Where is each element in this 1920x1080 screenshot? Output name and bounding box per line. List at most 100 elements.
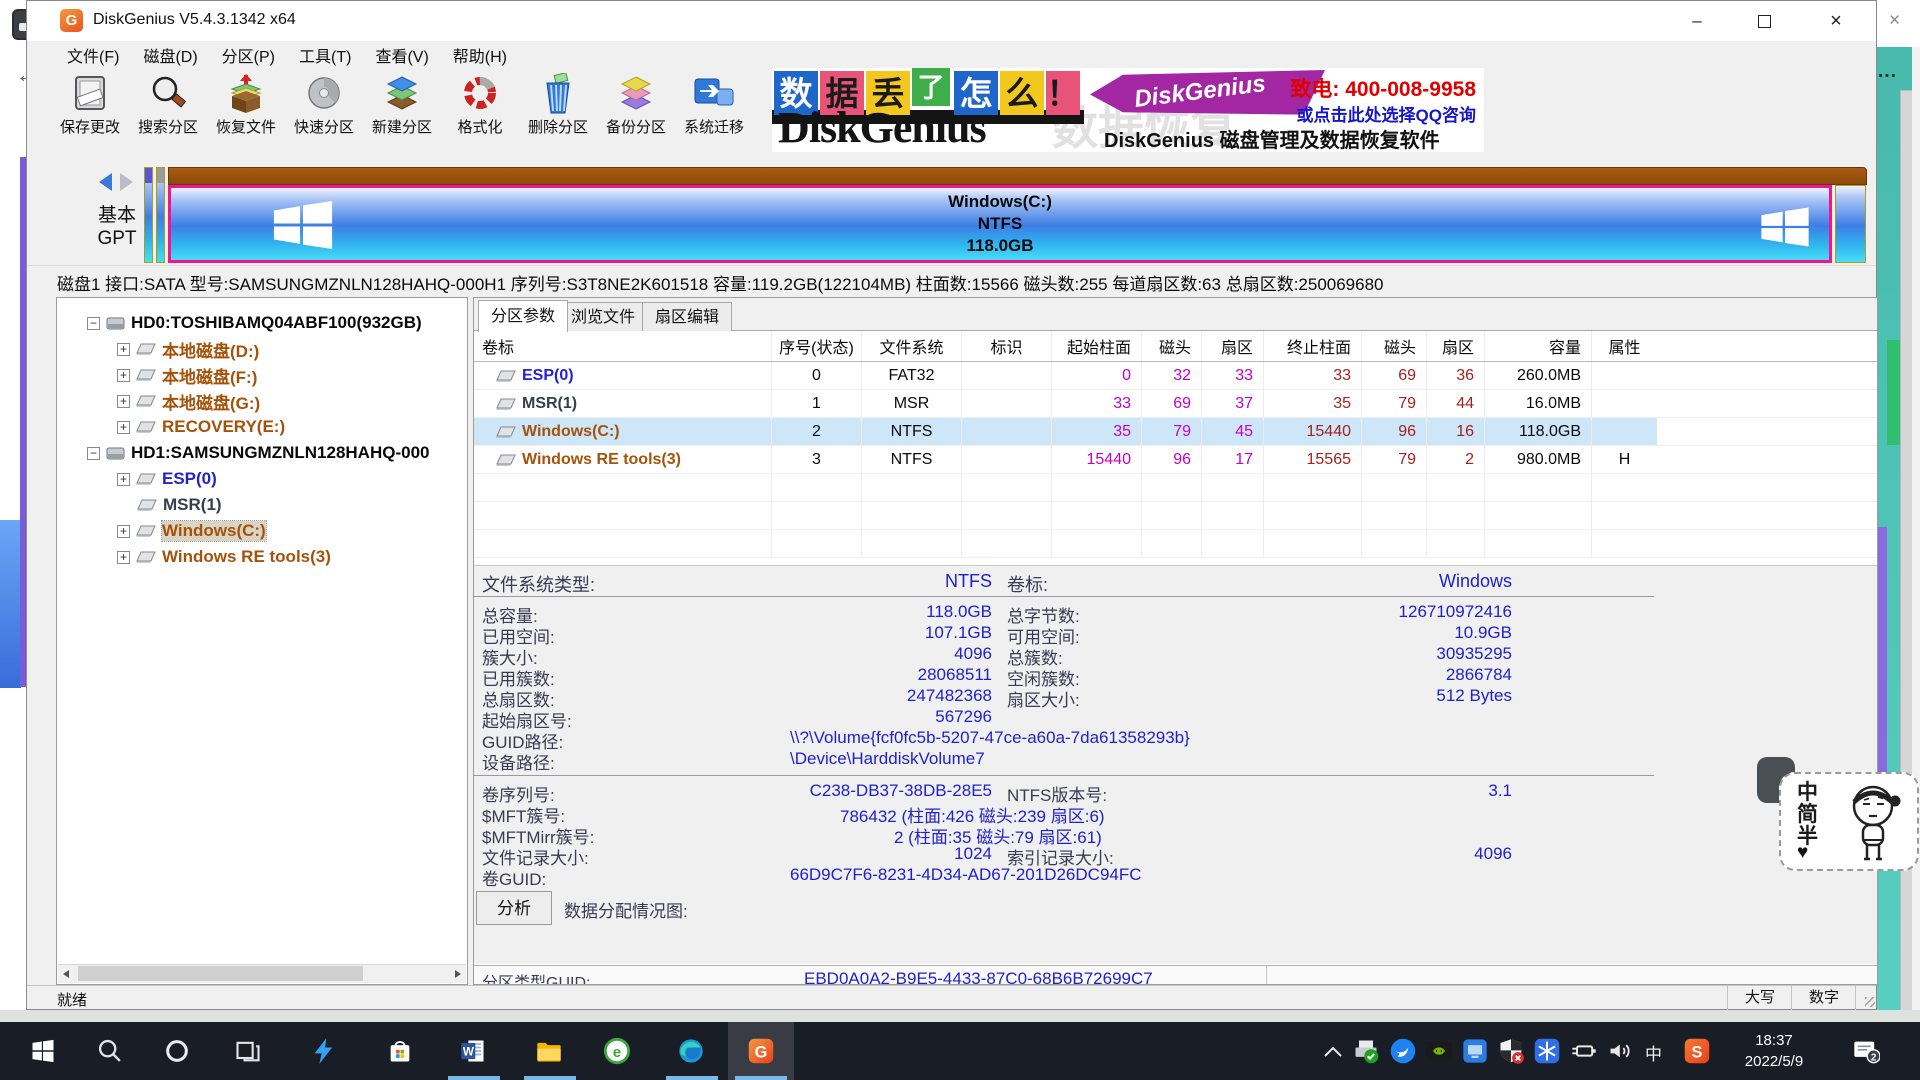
- expand-icon[interactable]: +: [117, 421, 130, 434]
- details-row: 文件记录大小:1024索引记录大小:4096: [474, 844, 1877, 865]
- tree-item-windows-re[interactable]: + Windows RE tools(3): [57, 544, 331, 570]
- start-button[interactable]: [29, 1037, 57, 1065]
- tree-horizontal-scrollbar[interactable]: [58, 964, 466, 983]
- tab-browse-files[interactable]: 浏览文件: [558, 302, 648, 331]
- resize-grip[interactable]: [1855, 986, 1878, 1010]
- new-partition-icon: [379, 73, 425, 115]
- scrollbar-thumb[interactable]: [78, 966, 363, 981]
- tray-ime-indicator[interactable]: 中: [1645, 1040, 1662, 1065]
- tree-item-local-f[interactable]: + 本地磁盘(F:): [57, 362, 257, 388]
- search-partition-button[interactable]: 搜索分区: [129, 71, 207, 153]
- collapse-icon[interactable]: −: [87, 447, 100, 460]
- taskbar-clock[interactable]: 18:37 2022/5/9: [1726, 1030, 1822, 1072]
- save-changes-button[interactable]: 保存更改: [51, 71, 129, 153]
- tray-intel-app-icon[interactable]: [1461, 1037, 1489, 1065]
- disk-info-bar: 磁盘1 接口:SATA 型号:SAMSUNGMZNLN128HAHQ-000H1…: [27, 265, 1876, 298]
- format-button[interactable]: 格式化: [441, 71, 519, 153]
- disk-bar-re-tools-partition[interactable]: [1835, 185, 1866, 263]
- allocation-map-label: 数据分配情况图:: [564, 897, 688, 922]
- pinned-app-word-icon[interactable]: W: [459, 1037, 487, 1065]
- backup-partition-button[interactable]: 备份分区: [597, 71, 675, 153]
- table-row-msr[interactable]: MSR(1) 1 MSR 33 69 37 35 79 44 16.0MB: [474, 390, 1877, 418]
- expand-icon[interactable]: +: [117, 343, 130, 356]
- table-row-windows-re[interactable]: Windows RE tools(3) 3 NTFS 15440 96 17 1…: [474, 446, 1877, 474]
- search-icon[interactable]: [96, 1037, 124, 1065]
- close-button[interactable]: ×: [1810, 1, 1862, 41]
- prev-disk-arrow-icon[interactable]: [99, 173, 112, 191]
- tab-partition-params[interactable]: 分区参数: [478, 300, 568, 332]
- banner-tile: ！: [1046, 71, 1080, 115]
- table-row-windows-selected[interactable]: Windows(C:) 2 NTFS 35 79 45 15440 96 16 …: [474, 418, 1877, 446]
- windows-logo-icon: [1759, 206, 1811, 248]
- background-white-strip: [1912, 47, 1920, 1022]
- banner-ad[interactable]: 数据恢复 数 据 丢 了 怎 么 ！ DiskGenius DiskGenius…: [772, 68, 1484, 152]
- scroll-left-arrow-icon[interactable]: [58, 965, 76, 982]
- tray-chevron-icon[interactable]: [1322, 1044, 1344, 1060]
- tray-power-icon[interactable]: [1570, 1037, 1598, 1065]
- disk-bar-windows-partition[interactable]: Windows(C:) NTFS 118.0GB: [168, 185, 1832, 263]
- disk-bar-msr-partition[interactable]: [156, 167, 165, 263]
- partition-icon: [496, 454, 516, 466]
- menu-help[interactable]: 帮助(H): [441, 41, 519, 69]
- tray-dingtalk-icon[interactable]: [1389, 1037, 1417, 1065]
- pinned-app-lightning-icon[interactable]: [310, 1037, 338, 1065]
- menu-view[interactable]: 查看(V): [363, 41, 440, 69]
- delete-partition-icon: [535, 73, 581, 115]
- table-header-row: 卷标 序号(状态) 文件系统 标识 起始柱面 磁头 扇区 终止柱面 磁头 扇区 …: [474, 331, 1877, 362]
- tray-sogou-icon[interactable]: S: [1683, 1037, 1711, 1065]
- delete-partition-button[interactable]: 删除分区: [519, 71, 597, 153]
- tree-item-local-g[interactable]: + 本地磁盘(G:): [57, 388, 260, 414]
- tray-volume-icon[interactable]: [1607, 1037, 1635, 1065]
- svg-text:e: e: [613, 1044, 621, 1061]
- tab-sector-edit[interactable]: 扇区编辑: [642, 302, 732, 331]
- new-partition-button[interactable]: 新建分区: [363, 71, 441, 153]
- menu-tools[interactable]: 工具(T): [287, 41, 363, 69]
- background-close-icon[interactable]: ×: [1889, 10, 1900, 32]
- tree-item-msr[interactable]: MSR(1): [57, 492, 222, 518]
- ime-sticker-widget[interactable]: 中 简 半 ♥: [1779, 772, 1919, 871]
- table-row-esp[interactable]: ESP(0) 0 FAT32 0 32 33 33 69 36 260.0MB: [474, 362, 1877, 390]
- system-migrate-button[interactable]: 系统迁移: [675, 71, 753, 153]
- pinned-app-explorer-icon[interactable]: [535, 1037, 563, 1065]
- menu-file[interactable]: 文件(F): [55, 41, 131, 69]
- expand-icon[interactable]: +: [117, 525, 130, 538]
- disk-bar-esp-partition[interactable]: [144, 167, 153, 263]
- tree-item-hd0[interactable]: − HD0:TOSHIBAMQ04ABF100(932GB): [57, 310, 422, 336]
- expand-icon[interactable]: +: [117, 395, 130, 408]
- tree-item-hd1[interactable]: − HD1:SAMSUNGMZNLN128HAHQ-000: [57, 440, 430, 466]
- taskbar-diskgenius-tile[interactable]: G: [728, 1022, 794, 1080]
- notification-center-icon[interactable]: 2: [1852, 1037, 1880, 1065]
- tree-item-esp[interactable]: + ESP(0): [57, 466, 217, 492]
- maximize-button[interactable]: [1740, 1, 1788, 41]
- scroll-right-arrow-icon[interactable]: [448, 965, 466, 982]
- pinned-app-browser-360-icon[interactable]: e: [603, 1037, 631, 1065]
- expand-icon[interactable]: +: [117, 551, 130, 564]
- recover-files-button[interactable]: 恢复文件: [207, 71, 285, 153]
- tray-snowflake-icon[interactable]: [1533, 1037, 1561, 1065]
- banner-qq-link[interactable]: 或点击此处选择QQ咨询: [1297, 101, 1476, 126]
- cortana-icon[interactable]: [163, 1037, 191, 1065]
- menu-partition[interactable]: 分区(P): [210, 41, 287, 69]
- next-disk-arrow-icon[interactable]: [120, 173, 133, 191]
- quick-partition-button[interactable]: 快速分区: [285, 71, 363, 153]
- minimize-button[interactable]: –: [1673, 1, 1721, 41]
- tree-item-windows-c[interactable]: + Windows(C:): [57, 518, 266, 544]
- pinned-app-store-icon[interactable]: [386, 1037, 414, 1065]
- background-more-icon[interactable]: …: [1877, 60, 1897, 83]
- analyze-button[interactable]: 分析: [476, 891, 552, 925]
- expand-icon[interactable]: +: [117, 473, 130, 486]
- tray-security-shield-icon[interactable]: [1497, 1037, 1525, 1065]
- diskgenius-taskbar-icon: G: [747, 1037, 775, 1065]
- menu-disk[interactable]: 磁盘(D): [131, 41, 209, 69]
- tree-item-recovery-e[interactable]: + RECOVERY(E:): [57, 414, 285, 440]
- collapse-icon[interactable]: −: [87, 317, 100, 330]
- tree-item-local-d[interactable]: + 本地磁盘(D:): [57, 336, 259, 362]
- tray-nvidia-icon[interactable]: [1425, 1037, 1453, 1065]
- disk-icon: [106, 316, 125, 331]
- maximize-icon: [1758, 15, 1771, 28]
- task-view-icon[interactable]: [234, 1037, 262, 1065]
- expand-icon[interactable]: +: [117, 369, 130, 382]
- pinned-app-edge-icon[interactable]: [677, 1037, 705, 1065]
- disk-overview-band: 基本 GPT Windows(C:) NTFS 118.0GB: [27, 156, 1876, 265]
- tray-printer-icon[interactable]: [1352, 1037, 1380, 1065]
